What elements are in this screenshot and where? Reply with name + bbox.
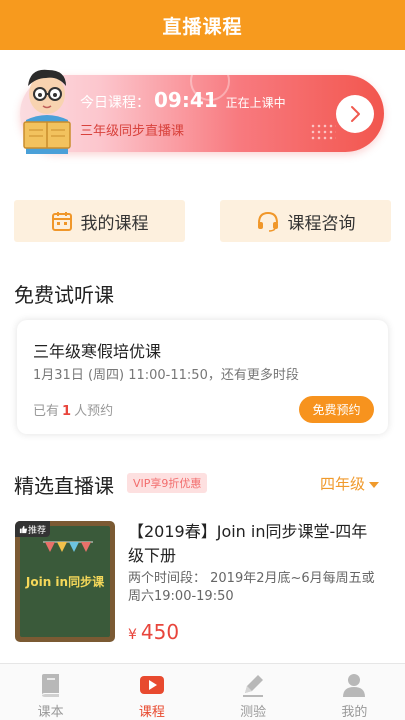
chevron-right-icon	[351, 106, 360, 122]
caret-down-icon	[369, 481, 380, 488]
today-course-line: 今日课程： 09:41 正在上课中	[80, 88, 286, 112]
thumbnail-title: Join in同步课	[25, 575, 105, 589]
free-booking-button[interactable]: 免费预约	[299, 396, 374, 423]
banner-enter-button[interactable]	[336, 95, 374, 133]
currency-symbol: ¥	[128, 627, 137, 643]
trial-count-number: 1	[62, 404, 72, 419]
tab-textbook-label: 课本	[37, 705, 64, 720]
headset-icon	[257, 211, 278, 232]
tab-quiz[interactable]: 测验	[203, 664, 304, 720]
grade-dropdown[interactable]: 四年级	[320, 473, 380, 494]
recommend-tag-label: 推荐	[28, 525, 47, 536]
course-title[interactable]: 【2019春】Join in同步课堂-四年级下册	[128, 520, 378, 568]
bottom-tab-bar: 课本 课程 测验 我的	[0, 663, 405, 720]
page-title: 直播课程	[162, 15, 243, 38]
my-courses-label: 我的课程	[80, 213, 149, 234]
user-icon	[343, 674, 366, 697]
header-bar: 直播课程	[0, 0, 405, 50]
course-thumbnail[interactable]: 推荐 Join in同步课	[15, 521, 115, 642]
tab-mine[interactable]: 我的	[304, 664, 405, 720]
course-schedule: 两个时间段： 2019年2月底~6月每周五或周六19:00-19:50	[128, 571, 375, 604]
my-courses-button[interactable]: 我的课程	[14, 200, 185, 242]
featured-heading: 精选直播课	[14, 474, 114, 498]
today-course-status: 正在上课中	[225, 96, 286, 110]
vip-discount-badge: VIP享9折优惠	[127, 473, 208, 493]
pencil-icon	[243, 675, 264, 697]
decor-dots	[310, 123, 336, 141]
recommend-tag: 推荐	[15, 521, 51, 537]
course-consult-button[interactable]: 课程咨询	[220, 200, 391, 242]
today-course-label: 今日课程：	[80, 95, 150, 111]
course-price: ¥450	[128, 620, 179, 644]
today-course-name: 三年级同步直播课	[80, 124, 185, 139]
free-trial-heading: 免费试听课	[14, 283, 114, 307]
course-price-value: 450	[140, 620, 180, 644]
tab-mine-label: 我的	[341, 705, 368, 720]
tab-course-label: 课程	[138, 705, 165, 720]
trial-course-title: 三年级寒假培优课	[33, 342, 162, 361]
trial-count-suffix: 人预约	[74, 404, 114, 419]
trial-course-card[interactable]: 三年级寒假培优课 1月31日 (周四) 11:00-11:50，还有更多时段 已…	[17, 320, 388, 434]
course-consult-label: 课程咨询	[287, 213, 356, 234]
trial-booking-count: 已有 1 人预约	[33, 400, 113, 419]
tab-course[interactable]: 课程	[101, 664, 202, 720]
book-icon	[41, 674, 59, 697]
trial-count-prefix: 已有	[33, 404, 60, 419]
trial-course-time: 1月31日 (周四) 11:00-11:50，还有更多时段	[33, 368, 299, 383]
play-icon	[139, 676, 164, 694]
today-course-time: 09:41	[154, 88, 218, 112]
tab-quiz-label: 测验	[240, 705, 267, 720]
calendar-icon	[51, 212, 72, 231]
bunting-decoration	[43, 541, 93, 552]
teacher-mascot-icon	[23, 69, 71, 154]
grade-dropdown-value: 四年级	[320, 475, 366, 493]
tab-textbook[interactable]: 课本	[0, 664, 101, 720]
thumbs-up-icon	[19, 525, 28, 533]
